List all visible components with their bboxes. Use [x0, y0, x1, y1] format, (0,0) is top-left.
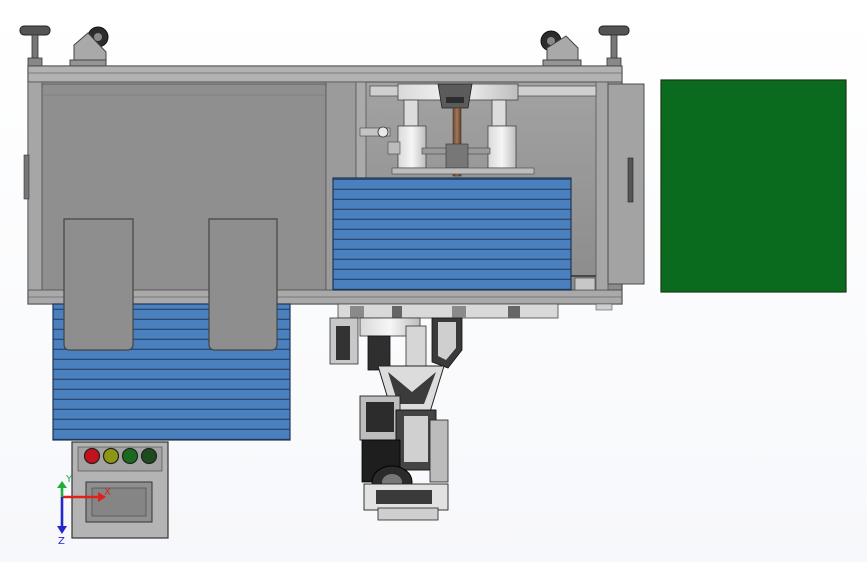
- green-light: [121, 447, 139, 465]
- cad-viewport[interactable]: X Y Z: [0, 0, 867, 562]
- cad-drawing: X Y Z: [19, 25, 847, 547]
- guide-plate-right: [208, 218, 278, 351]
- caster-wheel-left: [69, 26, 109, 68]
- x-axis-label: X: [104, 487, 111, 498]
- z-axis-label: Z: [58, 536, 65, 547]
- caster-wheel-right: [540, 30, 582, 68]
- z-axis-arrowhead: [57, 526, 67, 534]
- leveling-foot-left: [19, 25, 51, 67]
- red-light: [83, 447, 101, 465]
- yellow-light: [102, 447, 120, 465]
- dark-green-light: [140, 447, 158, 465]
- robot-arm[interactable]: [329, 317, 463, 521]
- leveling-foot-right: [598, 25, 630, 67]
- tray-stack-center[interactable]: [332, 177, 572, 291]
- green-panel[interactable]: [660, 79, 847, 293]
- guide-plate-left: [63, 218, 134, 351]
- y-axis-label: Y: [65, 474, 73, 485]
